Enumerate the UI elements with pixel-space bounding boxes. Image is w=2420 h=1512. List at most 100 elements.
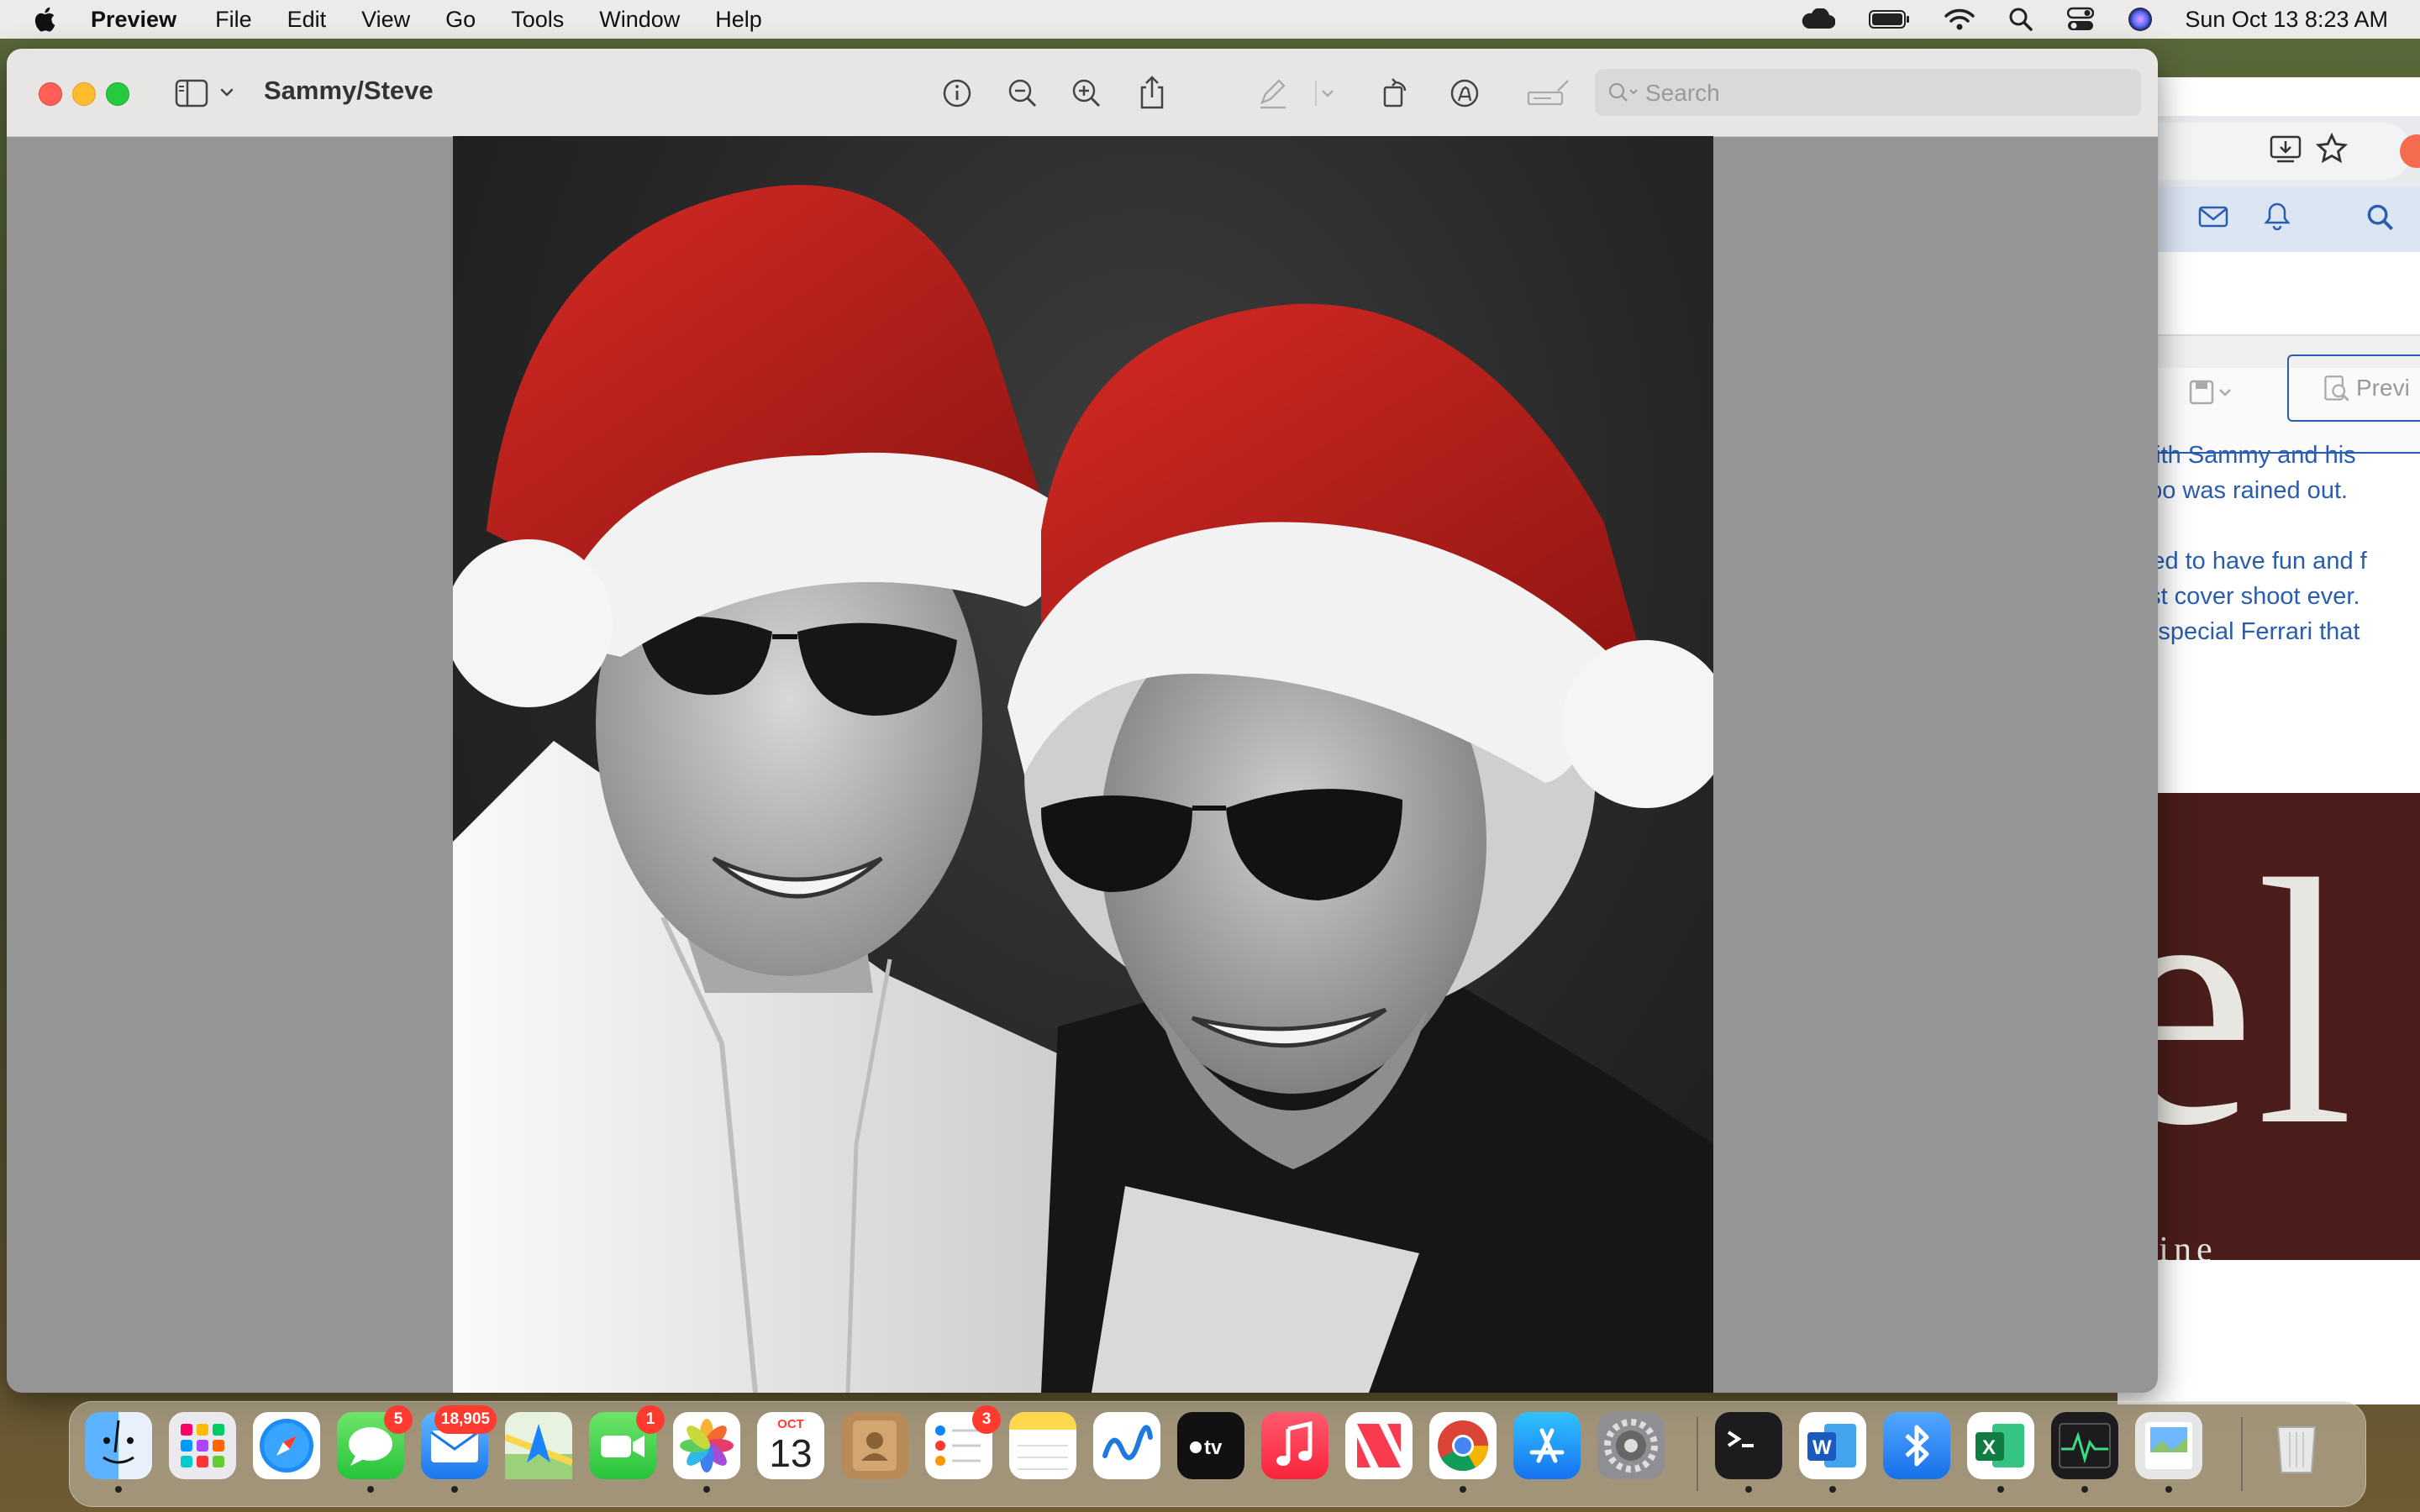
search-field[interactable] [1595,69,2141,116]
reminders-badge: 3 [972,1405,1001,1434]
preview-window: Sammy/Steve [7,49,2158,1393]
dock-trash[interactable] [2263,1412,2330,1479]
menu-tools[interactable]: Tools [511,7,564,33]
freeform-squiggle-icon [1102,1425,1153,1461]
finder-running-dot [115,1486,122,1493]
dock-photos[interactable] [673,1412,740,1479]
rotate-icon[interactable] [1376,74,1415,113]
svg-text:X: X [1982,1436,1996,1459]
dock-mail[interactable]: 18,905 [421,1405,497,1479]
menu-go[interactable]: Go [445,7,476,33]
maps-icon [505,1424,572,1479]
sidebar-toggle-icon[interactable] [175,79,208,108]
dock-music[interactable] [1261,1412,1328,1479]
markup-chevron-icon[interactable] [1314,74,1341,113]
dock-news[interactable] [1345,1412,1413,1479]
battery-icon[interactable] [1869,9,1911,29]
mail-badge: 18,905 [434,1405,497,1434]
menu-window[interactable]: Window [599,7,680,33]
dock-system-settings[interactable] [1597,1412,1665,1479]
wifi-icon[interactable] [1944,8,1975,31]
dock-facetime[interactable]: 1 [589,1405,665,1479]
contacts-icon [853,1420,897,1471]
music-note-icon [1276,1420,1313,1466]
control-center-icon[interactable] [2067,7,2095,32]
apple-menu-icon[interactable] [32,5,60,34]
dock: 5 18,905 1 OCT 13 3 tv W X [69,1401,2366,1507]
info-icon[interactable] [938,74,976,113]
spotlight-icon[interactable] [2008,7,2033,32]
photos-running-dot [703,1486,710,1493]
terminal-running-dot [1745,1486,1752,1493]
dock-safari[interactable] [253,1412,320,1479]
install-icon[interactable] [2269,134,2302,169]
news-icon [1357,1424,1401,1467]
search-icon [1608,82,1638,102]
menu-edit[interactable]: Edit [287,7,327,33]
share-icon[interactable] [1133,74,1171,113]
dock-divider-2 [2241,1417,2243,1491]
photo-illustration [453,185,1713,1393]
dock-contacts[interactable] [841,1412,908,1479]
siri-icon[interactable] [2128,7,2153,32]
dock-messages[interactable]: 5 [337,1405,413,1479]
preview-button[interactable]: Previ [2287,354,2420,422]
dock-launchpad[interactable] [169,1412,236,1479]
dock-word[interactable]: W [1799,1412,1866,1479]
minimize-button[interactable] [72,82,96,106]
address-bar[interactable] [2118,123,2412,180]
dock-chrome[interactable] [1429,1412,1497,1479]
save-dropdown-icon[interactable] [2188,378,2233,411]
annotate-icon[interactable] [1445,74,1484,113]
search-input[interactable] [1644,76,2118,111]
messages-badge: 5 [384,1405,413,1434]
svg-text:W: W [1812,1436,1832,1459]
menu-app-preview[interactable]: Preview [91,7,176,33]
menu-bar-clock[interactable]: Sun Oct 13 8:23 AM [2185,7,2388,33]
safari-compass-icon [260,1419,313,1473]
dock-reminders[interactable]: 3 [925,1405,1001,1479]
excel-running-dot [1997,1486,2004,1493]
signature-icon[interactable] [1526,74,1570,113]
gear-icon [1604,1419,1658,1473]
dock-freeform[interactable] [1093,1412,1160,1479]
site-search-icon[interactable] [2366,203,2395,236]
zoom-out-icon[interactable] [1003,74,1042,113]
dock-bluetooth[interactable] [1883,1412,1950,1479]
close-button[interactable] [39,82,62,106]
launchpad-icon [181,1424,224,1467]
activity-monitor-icon [2059,1423,2111,1468]
excel-icon: X [1975,1424,2024,1467]
mail-running-dot [451,1486,458,1493]
trash-icon [2276,1426,2317,1473]
zoom-button[interactable] [106,82,129,106]
bell-icon[interactable] [2264,202,2291,234]
dock-maps[interactable] [505,1412,572,1479]
dock-notes[interactable] [1009,1412,1076,1479]
preview-titlebar: Sammy/Steve [7,49,2158,137]
document-title[interactable]: Sammy/Steve [264,76,434,106]
menu-help[interactable]: Help [715,7,762,33]
dock-preview[interactable] [2135,1412,2202,1479]
dock-calendar[interactable]: OCT 13 [757,1412,824,1479]
dock-app-store[interactable] [1513,1412,1581,1479]
mail-icon[interactable] [2198,205,2228,233]
photos-flower-icon [680,1419,734,1473]
dock-excel[interactable]: X [1967,1412,2034,1479]
activity-monitor-running-dot [2081,1486,2088,1493]
dock-apple-tv[interactable]: tv [1177,1412,1244,1479]
dock-terminal[interactable] [1715,1412,1782,1479]
menu-file[interactable]: File [215,7,252,33]
icloud-icon[interactable] [1800,8,1836,30]
finder-icon [103,1420,134,1464]
markup-pen-icon[interactable] [1254,74,1292,113]
chevron-down-icon[interactable] [218,84,235,101]
dock-finder[interactable] [85,1412,152,1479]
calendar-day: 13 [769,1431,813,1475]
background-browser-window: og [ ] Previ o with Sammy and his Cabo w… [2118,77,2420,1404]
dock-activity-monitor[interactable] [2051,1412,2118,1479]
zoom-in-icon[interactable] [1067,74,1106,113]
menu-view[interactable]: View [361,7,410,33]
bookmark-star-icon[interactable] [2315,132,2349,169]
app-store-icon [1529,1428,1565,1463]
